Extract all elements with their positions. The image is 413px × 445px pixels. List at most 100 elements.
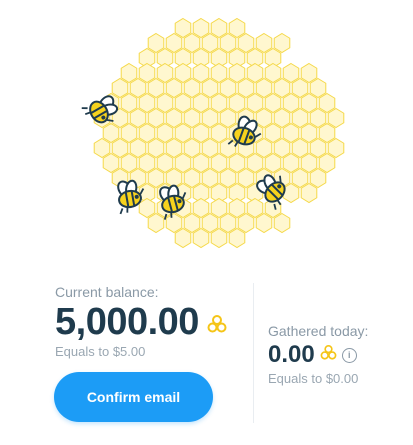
honeycomb-cell <box>111 77 129 99</box>
honeycomb-cell <box>273 32 291 54</box>
honeycomb-illustration <box>0 0 413 270</box>
honeycomb-cell <box>183 167 201 189</box>
honey-drops-icon <box>320 345 337 365</box>
honeycomb-cell <box>129 77 147 99</box>
honeycomb-cell <box>147 137 165 159</box>
honeycomb-cell <box>264 92 282 114</box>
honeycomb-cell <box>327 107 345 129</box>
honeycomb-cell <box>291 137 309 159</box>
honeycomb-cell <box>120 122 138 144</box>
honeycomb-cell <box>309 77 327 99</box>
honeycomb-cell <box>192 62 210 84</box>
honeycomb-cell <box>120 92 138 114</box>
honeycomb-cell <box>138 92 156 114</box>
honeycomb-cell <box>255 32 273 54</box>
honeycomb-cell <box>156 62 174 84</box>
honeycomb-cell <box>237 32 255 54</box>
gathered-today-amount: 0.00 <box>268 341 315 368</box>
honeycomb-cell <box>210 152 228 174</box>
honeycomb-cell <box>174 227 192 249</box>
honeycomb-cell <box>120 152 138 174</box>
honeycomb-cell <box>219 107 237 129</box>
honeycomb-cell <box>192 152 210 174</box>
honeycomb-cell <box>282 92 300 114</box>
honeycomb-cell <box>192 122 210 144</box>
honeycomb-cell <box>318 92 336 114</box>
honeycomb-cell <box>183 107 201 129</box>
honeycomb-cell <box>228 62 246 84</box>
honeycomb-cell <box>318 122 336 144</box>
honeycomb-cell <box>255 212 273 234</box>
honeycomb-cell <box>228 152 246 174</box>
info-icon[interactable]: i <box>341 347 357 363</box>
honeycomb-cell <box>147 167 165 189</box>
honeycomb-cell <box>93 137 111 159</box>
honeycomb-cell <box>264 152 282 174</box>
honeycomb-cell <box>255 107 273 129</box>
honeycomb-cell <box>201 137 219 159</box>
honeycomb-cell <box>255 137 273 159</box>
honeycomb-cell <box>309 107 327 129</box>
honeycomb-cell <box>129 137 147 159</box>
current-balance-label: Current balance: <box>55 284 159 300</box>
section-divider <box>253 283 254 423</box>
honeycomb-cell <box>246 92 264 114</box>
honeycomb-cell <box>300 62 318 84</box>
honeycomb-cell <box>210 122 228 144</box>
honeycomb-cell <box>201 32 219 54</box>
honeycomb-cell <box>156 122 174 144</box>
honey-drops-icon <box>207 314 227 338</box>
honeycomb-cell <box>156 92 174 114</box>
honeycomb-cell <box>246 62 264 84</box>
current-balance-section: Current balance: 5,000.00 Equals to $5.0… <box>55 284 227 359</box>
honeycomb-cell <box>201 77 219 99</box>
honeycomb-cell <box>210 17 228 39</box>
honeycomb-cell <box>273 107 291 129</box>
honeycomb-cell <box>183 32 201 54</box>
honeycomb-cell <box>201 212 219 234</box>
honeycomb-cell <box>282 122 300 144</box>
honeycomb-cell <box>228 197 246 219</box>
honeycomb-cell <box>147 32 165 54</box>
honeycomb-cell <box>147 107 165 129</box>
honeycomb-cell <box>246 152 264 174</box>
honeycomb-cell <box>174 152 192 174</box>
honeycomb-cell <box>318 152 336 174</box>
honeycomb-cell <box>102 152 120 174</box>
honeycomb-cell <box>138 197 156 219</box>
honeycomb-cell <box>165 32 183 54</box>
honeycomb-cell <box>210 227 228 249</box>
honeycomb-cell <box>210 92 228 114</box>
honeycomb-cell <box>174 122 192 144</box>
honeycomb-cell <box>309 137 327 159</box>
honeycomb-cell <box>282 62 300 84</box>
honeycomb-cell <box>246 197 264 219</box>
honeycomb-cell <box>300 152 318 174</box>
honeycomb-cell <box>237 212 255 234</box>
honeycomb-cell <box>201 167 219 189</box>
honeycomb-cell <box>255 77 273 99</box>
honeycomb-cell <box>192 92 210 114</box>
honeycomb-cell <box>192 227 210 249</box>
honeycomb-cell <box>210 197 228 219</box>
honeycomb-cell <box>282 182 300 204</box>
honeycomb-cell <box>300 182 318 204</box>
honeycomb-cell <box>237 167 255 189</box>
honeycomb-cell <box>219 137 237 159</box>
honeycomb-cell <box>273 212 291 234</box>
honeycomb-cell <box>228 17 246 39</box>
honeycomb-cell <box>327 137 345 159</box>
honeycomb-cell <box>300 92 318 114</box>
honeycomb-cell <box>219 167 237 189</box>
gathered-today-label: Gathered today: <box>268 323 369 339</box>
honeycomb-cell <box>111 137 129 159</box>
honeycomb-cell <box>174 17 192 39</box>
gathered-today-equals: Equals to $0.00 <box>268 371 359 386</box>
honeycomb-cell <box>120 62 138 84</box>
gathered-today-row: 0.00 i <box>268 341 368 369</box>
honeycomb-cell <box>309 167 327 189</box>
honeycomb-cell <box>219 212 237 234</box>
honeycomb-cell <box>102 122 120 144</box>
honeycomb-cell <box>138 62 156 84</box>
confirm-email-button[interactable]: Confirm email <box>54 372 213 422</box>
